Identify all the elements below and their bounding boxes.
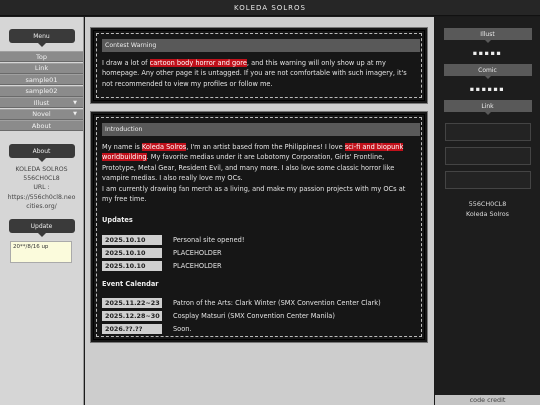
menu-item-link[interactable]: Link	[0, 62, 83, 74]
intro-text: My name is Koleda Solros, I'm an artist …	[102, 142, 416, 204]
link-heading: Link	[443, 100, 532, 115]
about-id: 556CH0CL8	[23, 175, 60, 183]
link-banner-slot[interactable]	[444, 171, 531, 189]
warning-text-start: I draw a lot of	[102, 59, 150, 67]
intro-text-b: , I'm an artist based from the Philippin…	[186, 143, 345, 151]
menu-heading: Menu	[8, 29, 75, 47]
warning-text: I draw a lot of cartoon body horror and …	[102, 58, 416, 89]
update-row: 2025.10.10 PLACEHOLDER	[102, 261, 222, 271]
update-text: PLACEHOLDER	[173, 262, 222, 270]
event-date: 2025.11.22~23	[102, 298, 162, 308]
profile-info: 556CH0CL8 Koleda Solros	[435, 199, 540, 219]
intro-text-c: . My favorite medias under it are Loboto…	[102, 153, 395, 183]
update-text: PLACEHOLDER	[173, 249, 222, 257]
menu-item-about[interactable]: About	[0, 120, 83, 131]
update-row: 2025.10.10 Personal site opened!	[102, 235, 244, 245]
event-row: 2025.12.28~30 Cosplay Matsuri (SMX Conve…	[102, 311, 335, 321]
menu-item-label: Illust	[33, 98, 50, 107]
update-date: 2025.10.10	[102, 261, 162, 271]
event-text: Soon.	[173, 325, 192, 333]
profile-id: 556CH0CL8	[468, 200, 507, 208]
menu-item-sample01[interactable]: sample01	[0, 74, 83, 85]
intro-name-highlight: Koleda Solros	[141, 143, 187, 151]
intro-panel: Introduction My name is Koleda Solros, I…	[93, 114, 425, 340]
update-text: 20**/8/16 up	[13, 244, 49, 251]
about-url-label: URL :	[33, 184, 50, 192]
intro-text-p2: I am currently drawing fan merch as a li…	[102, 184, 406, 204]
link-banner-slot[interactable]	[444, 147, 531, 165]
menu-item-label: sample01	[25, 75, 58, 84]
intro-heading: Introduction	[102, 123, 420, 136]
menu-item-label: sample02	[25, 87, 58, 95]
event-row: 2025.11.22~23 Patron of the Arts: Clark …	[102, 298, 381, 308]
main-content: Contest Warning I draw a lot of cartoon …	[85, 17, 434, 405]
right-sidebar: Illust ▪▪▪▪▪ Comic ▪▪▪▪▪▪ Link 556CH0CL8…	[435, 17, 540, 405]
menu-item-sample02[interactable]: sample02	[0, 85, 83, 97]
menu-item-label: Link	[34, 64, 49, 72]
left-sidebar: Menu Top Link sample01 sample02 Illust ▼ …	[0, 17, 84, 405]
warning-panel: Contest Warning I draw a lot of cartoon …	[93, 30, 425, 101]
menu-item-top[interactable]: Top	[0, 51, 83, 62]
profile-name: Koleda Solros	[466, 210, 509, 218]
caret-down-icon: ▼	[73, 99, 77, 106]
about-name: KOLEDA SOLROS	[15, 166, 68, 173]
about-url-link[interactable]: https://556ch0cl8.neocities.org/	[8, 194, 76, 210]
comic-heading: Comic	[443, 64, 532, 79]
event-date: 2025.12.28~30	[102, 311, 162, 321]
menu-item-label: About	[31, 121, 52, 130]
intro-text-a: My name is	[102, 143, 142, 151]
menu-item-illust[interactable]: Illust ▼	[0, 97, 83, 108]
event-row: 2026.??.?? Soon.	[102, 324, 192, 334]
warning-heading: Contest Warning	[102, 39, 420, 52]
update-text: Personal site opened!	[173, 236, 245, 244]
event-date: 2026.??.??	[102, 324, 162, 334]
update-row: 2025.10.10 PLACEHOLDER	[102, 248, 222, 258]
updates-title: Updates	[102, 216, 133, 224]
warning-highlight: cartoon body horror and gore	[149, 59, 247, 67]
menu-item-novel[interactable]: Novel ▼	[0, 108, 83, 120]
menu-item-label: Top	[36, 52, 47, 61]
update-box[interactable]: 20**/8/16 up	[10, 241, 72, 264]
caret-down-icon: ▼	[73, 111, 77, 117]
site-title: KOLEDA SOLROS	[234, 3, 306, 12]
event-text: Patron of the Arts: Clark Winter (SMX Co…	[173, 299, 381, 307]
update-date: 2025.10.10	[102, 235, 162, 245]
site-header: KOLEDA SOLROS	[0, 0, 540, 16]
event-text: Cosplay Matsuri (SMX Convention Center M…	[173, 312, 335, 320]
illust-heading: Illust	[443, 28, 532, 43]
main-menu: Top Link sample01 sample02 Illust ▼ Novel…	[0, 51, 83, 131]
code-credit-link[interactable]: code credit	[435, 395, 540, 405]
comic-thumbnails[interactable]: ▪▪▪▪▪▪	[435, 85, 540, 93]
about-info: KOLEDA SOLROS 556CH0CL8 URL : https://55…	[0, 165, 83, 211]
update-heading: Update	[8, 219, 75, 238]
events-title: Event Calendar	[102, 280, 159, 288]
about-heading: About	[8, 144, 75, 162]
illust-thumbnails[interactable]: ▪▪▪▪▪	[435, 49, 540, 57]
update-date: 2025.10.10	[102, 248, 162, 258]
menu-item-label: Novel	[32, 110, 51, 118]
link-banner-slot[interactable]	[444, 123, 531, 141]
